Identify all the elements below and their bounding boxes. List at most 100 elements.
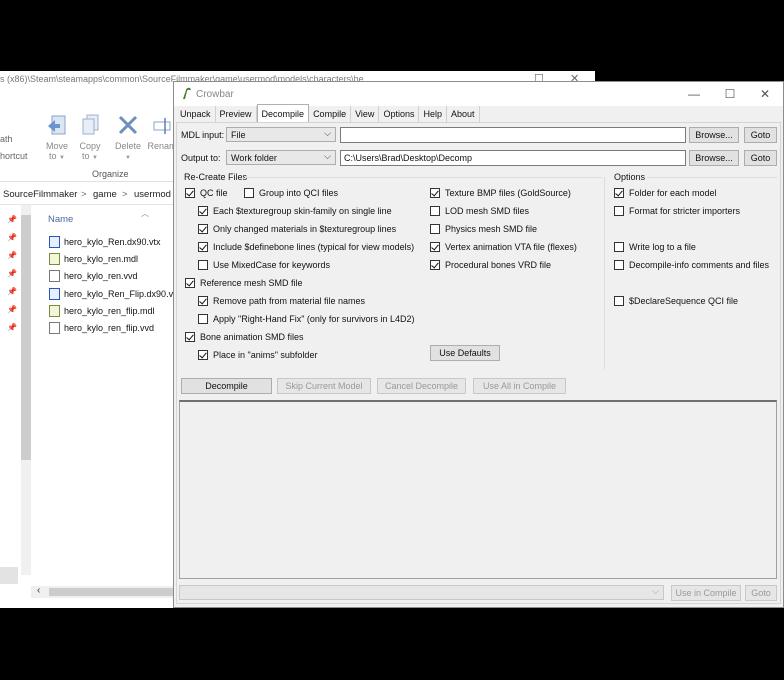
breadcrumb-item[interactable]: SourceFilmmaker bbox=[3, 189, 77, 200]
tab-options[interactable]: Options bbox=[379, 106, 420, 122]
checkbox-box bbox=[430, 242, 440, 252]
ribbon-paste-shortcut-label[interactable]: hortcut bbox=[0, 151, 28, 161]
decompile-info-checkbox[interactable]: Decompile-info comments and files bbox=[614, 259, 769, 271]
crowbar-titlebar: Crowbar — ☐ ✕ bbox=[174, 82, 783, 106]
lod-mesh-smd-checkbox[interactable]: LOD mesh SMD files bbox=[430, 205, 529, 217]
mdl-input-path-field[interactable] bbox=[340, 127, 686, 143]
folder-per-model-checkbox[interactable]: Folder for each model bbox=[614, 187, 717, 199]
group-into-qci-checkbox[interactable]: Group into QCI files bbox=[244, 187, 338, 199]
tab-preview[interactable]: Preview bbox=[216, 106, 257, 122]
tab-decompile[interactable]: Decompile bbox=[256, 104, 310, 122]
mdl-input-mode-value: File bbox=[231, 130, 246, 140]
declare-sequence-qci-checkbox[interactable]: $DeclareSequence QCI file bbox=[614, 295, 738, 307]
group-divider bbox=[245, 177, 602, 178]
list-item[interactable]: hero_kylo_ren_flip.vvd bbox=[49, 320, 154, 336]
hscroll-thumb[interactable] bbox=[49, 588, 174, 596]
output-to-label: Output to: bbox=[181, 153, 221, 163]
tab-compile[interactable]: Compile bbox=[309, 106, 352, 122]
vvd-file-icon bbox=[49, 270, 60, 282]
vtx-file-icon bbox=[49, 236, 60, 248]
texture-bmp-checkbox[interactable]: Texture BMP files (GoldSource) bbox=[430, 187, 571, 199]
crowbar-logo-icon bbox=[183, 87, 191, 99]
log-output-area[interactable] bbox=[179, 400, 777, 579]
pin-icon[interactable]: 📌 bbox=[7, 269, 17, 278]
checkbox-label: Format for stricter importers bbox=[629, 206, 741, 216]
file-list-hscrollbar[interactable]: ‹ bbox=[31, 585, 176, 598]
anims-subfolder-checkbox[interactable]: Place in "anims" subfolder bbox=[198, 349, 317, 361]
maximize-icon[interactable]: ☐ bbox=[719, 85, 741, 103]
right-hand-fix-checkbox[interactable]: Apply "Right-Hand Fix" (only for survivo… bbox=[198, 313, 414, 325]
tab-about[interactable]: About bbox=[447, 106, 480, 122]
pin-icon[interactable]: 📌 bbox=[7, 287, 17, 296]
tab-help[interactable]: Help bbox=[419, 106, 447, 122]
cancel-decompile-button[interactable]: Cancel Decompile bbox=[377, 378, 466, 394]
list-item[interactable]: hero_kylo_ren.vvd bbox=[49, 268, 138, 284]
texturegroup-single-line-checkbox[interactable]: Each $texturegroup skin-family on single… bbox=[198, 205, 392, 217]
minimize-icon[interactable]: — bbox=[683, 85, 705, 103]
use-defaults-button[interactable]: Use Defaults bbox=[430, 345, 500, 361]
checkbox-label: LOD mesh SMD files bbox=[445, 206, 530, 216]
checkbox-label: Include $definebone lines (typical for v… bbox=[213, 242, 415, 252]
tab-view[interactable]: View bbox=[351, 106, 380, 122]
stricter-importers-checkbox[interactable]: Format for stricter importers bbox=[614, 205, 740, 217]
options-header: Options bbox=[614, 172, 646, 182]
physics-mesh-smd-checkbox[interactable]: Physics mesh SMD file bbox=[430, 223, 537, 235]
pin-icon[interactable]: 📌 bbox=[7, 215, 17, 224]
delete-button[interactable]: Delete ▼ bbox=[111, 114, 145, 161]
mdl-input-mode-select[interactable]: File ⌵ bbox=[226, 127, 336, 142]
use-all-in-compile-button[interactable]: Use All in Compile bbox=[473, 378, 566, 394]
pin-icon[interactable]: 📌 bbox=[7, 305, 17, 314]
list-item[interactable]: hero_kylo_ren.mdl bbox=[49, 251, 138, 267]
decompile-button[interactable]: Decompile bbox=[181, 378, 272, 394]
pin-icon[interactable]: 📌 bbox=[7, 323, 17, 332]
checkbox-label: $DeclareSequence QCI file bbox=[629, 296, 739, 306]
only-changed-materials-checkbox[interactable]: Only changed materials in $texturegroup … bbox=[198, 223, 396, 235]
pin-icon[interactable]: 📌 bbox=[7, 233, 17, 242]
output-path-field[interactable]: C:\Users\Brad\Desktop\Decomp bbox=[340, 150, 686, 166]
reference-mesh-smd-checkbox[interactable]: Reference mesh SMD file bbox=[185, 277, 303, 289]
include-definebone-checkbox[interactable]: Include $definebone lines (typical for v… bbox=[198, 241, 414, 253]
scroll-left-icon[interactable]: ‹ bbox=[37, 585, 40, 596]
checkbox-label: Bone animation SMD files bbox=[200, 332, 304, 342]
output-goto-button[interactable]: Goto bbox=[744, 150, 777, 166]
close-icon[interactable]: ✕ bbox=[754, 85, 776, 103]
bone-animation-smd-checkbox[interactable]: Bone animation SMD files bbox=[185, 331, 304, 343]
write-log-checkbox[interactable]: Write log to a file bbox=[614, 241, 696, 253]
copy-to-button[interactable]: Copy to ▼ bbox=[73, 114, 107, 161]
chevron-down-icon: ⌵ bbox=[324, 128, 331, 138]
mdl-browse-button[interactable]: Browse... bbox=[689, 127, 739, 143]
list-item[interactable]: hero_kylo_Ren_Flip.dx90.vtx bbox=[49, 286, 180, 302]
nav-scrollbar-thumb[interactable] bbox=[21, 215, 31, 460]
output-browse-button[interactable]: Browse... bbox=[689, 150, 739, 166]
checkbox-box bbox=[614, 206, 624, 216]
nav-selected-item[interactable] bbox=[0, 567, 18, 584]
procedural-bones-vrd-checkbox[interactable]: Procedural bones VRD file bbox=[430, 259, 551, 271]
checkbox-label: Folder for each model bbox=[629, 188, 717, 198]
checkbox-label: Reference mesh SMD file bbox=[200, 278, 303, 288]
vertex-animation-vta-checkbox[interactable]: Vertex animation VTA file (flexes) bbox=[430, 241, 577, 253]
checkbox-box bbox=[614, 296, 624, 306]
remove-material-path-checkbox[interactable]: Remove path from material file names bbox=[198, 295, 365, 307]
tab-unpack[interactable]: Unpack bbox=[176, 106, 216, 122]
output-files-select[interactable]: ⌵ bbox=[179, 585, 664, 600]
use-in-compile-button[interactable]: Use in Compile bbox=[671, 585, 741, 601]
list-item[interactable]: hero_kylo_ren_flip.mdl bbox=[49, 303, 155, 319]
output-mode-select[interactable]: Work folder ⌵ bbox=[226, 150, 336, 165]
qc-file-checkbox[interactable]: QC file bbox=[185, 187, 228, 199]
column-header-name[interactable]: Name bbox=[48, 214, 73, 225]
checkbox-label: Decompile-info comments and files bbox=[629, 260, 770, 270]
list-item[interactable]: hero_kylo_Ren.dx90.vtx bbox=[49, 234, 161, 250]
bottom-goto-button[interactable]: Goto bbox=[745, 585, 777, 601]
breadcrumb-item[interactable]: game bbox=[93, 189, 117, 200]
pin-icon[interactable]: 📌 bbox=[7, 251, 17, 260]
move-to-button[interactable]: Move to ▼ bbox=[40, 114, 74, 161]
checkbox-box bbox=[198, 224, 208, 234]
sort-ascending-icon: ︿ bbox=[141, 209, 149, 218]
mixedcase-keywords-checkbox[interactable]: Use MixedCase for keywords bbox=[198, 259, 330, 271]
mdl-goto-button[interactable]: Goto bbox=[744, 127, 777, 143]
skip-current-model-button[interactable]: Skip Current Model bbox=[277, 378, 371, 394]
chevron-down-icon: ⌵ bbox=[652, 586, 659, 596]
ribbon-copy-path-label[interactable]: ath bbox=[0, 134, 13, 144]
copy-to-sub-label: to bbox=[82, 151, 90, 161]
breadcrumb-item[interactable]: usermod bbox=[134, 189, 171, 200]
